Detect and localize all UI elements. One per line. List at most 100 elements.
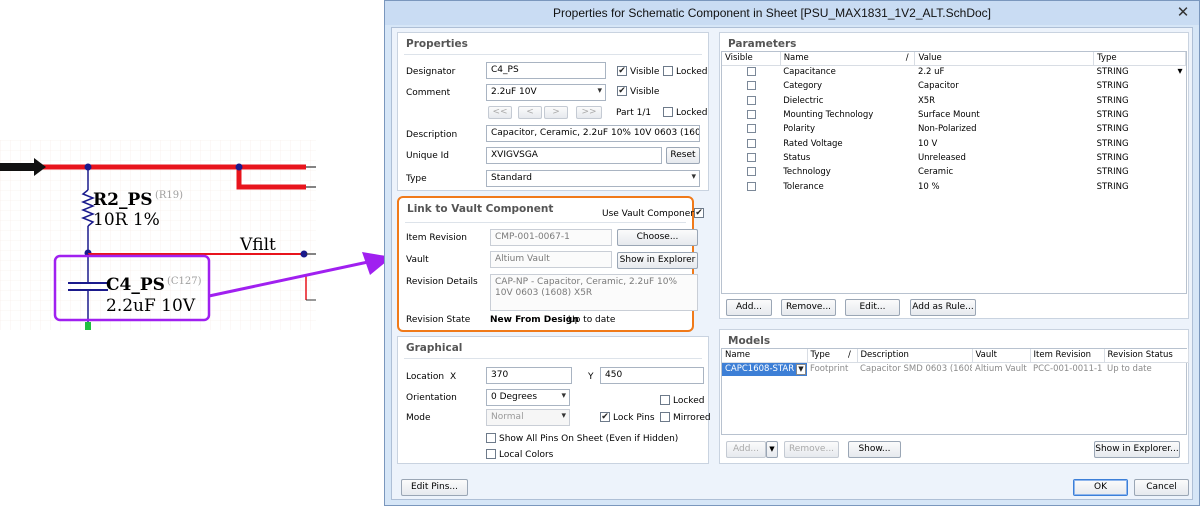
reset-button[interactable]: Reset	[666, 147, 700, 164]
parameter-name[interactable]: Rated Voltage	[780, 136, 915, 150]
unique-id-field[interactable]: XVIGVSGA	[486, 147, 662, 164]
model-remove-button[interactable]: Remove...	[784, 441, 839, 458]
parameter-row[interactable]: Technology Ceramic STRING	[722, 165, 1186, 179]
sort-icon[interactable]: /	[845, 349, 858, 363]
designator-visible-checkbox[interactable]	[617, 66, 627, 76]
parameter-visible-cell[interactable]	[722, 136, 780, 150]
sort-icon[interactable]: /	[902, 52, 916, 66]
parameter-value[interactable]: 10 V	[915, 136, 1094, 150]
parameter-name[interactable]: Mounting Technology	[780, 108, 915, 122]
mirrored-checkbox[interactable]	[660, 412, 670, 422]
model-row[interactable]: CAPC1608-STAR ▼ Footprint Capacitor SMD 0…	[722, 362, 1188, 377]
parameter-type[interactable]: STRING	[1094, 122, 1186, 136]
parameter-row[interactable]: Polarity Non-Polarized STRING	[722, 122, 1186, 136]
parameter-visible-cell[interactable]	[722, 79, 780, 93]
param-edit-button[interactable]: Edit...	[845, 299, 900, 316]
parameter-value[interactable]: 2.2 uF	[915, 65, 1094, 79]
nav-first-button[interactable]: <<	[488, 106, 512, 119]
c4-designator[interactable]: C4_PS	[106, 275, 165, 295]
parameter-name[interactable]: Capacitance	[780, 65, 915, 79]
col-model-item-revision[interactable]: Item Revision	[1030, 349, 1105, 363]
location-y-field[interactable]: 450	[600, 367, 704, 384]
parameter-name[interactable]: Tolerance	[780, 179, 915, 193]
r2-value[interactable]: 10R 1%	[93, 210, 160, 230]
nav-last-button[interactable]: >>	[576, 106, 602, 119]
r2-designator[interactable]: R2_PS	[93, 190, 153, 210]
net-label-vfilt[interactable]: Vfilt	[240, 235, 276, 255]
title-bar[interactable]: Properties for Schematic Component in Sh…	[385, 1, 1199, 25]
choose-button[interactable]: Choose...	[617, 229, 698, 246]
parameter-value[interactable]: Non-Polarized	[915, 122, 1094, 136]
parameter-type[interactable]: STRING	[1094, 94, 1186, 108]
close-icon[interactable]: ✕	[1171, 3, 1195, 21]
col-model-type[interactable]: Type	[807, 349, 845, 363]
parameter-visible-cell[interactable]	[722, 65, 780, 79]
parameter-visible-checkbox[interactable]	[746, 110, 756, 120]
parameter-type[interactable]: STRING	[1094, 179, 1186, 193]
parameters-grid[interactable]: Visible Name / Value Type Capacitance 2.2…	[721, 51, 1187, 294]
param-add-button[interactable]: Add...	[726, 299, 772, 316]
designator-field[interactable]: C4_PS	[486, 62, 606, 79]
local-colors-checkbox[interactable]	[486, 449, 496, 459]
parameter-row[interactable]: Tolerance 10 % STRING	[722, 179, 1186, 193]
parameter-visible-checkbox[interactable]	[746, 138, 756, 148]
parameter-type[interactable]: STRING	[1094, 79, 1186, 93]
parameter-visible-checkbox[interactable]	[746, 81, 756, 91]
col-type[interactable]: Type	[1093, 52, 1186, 66]
c4-value[interactable]: 2.2uF 10V	[106, 296, 195, 316]
parameter-name[interactable]: Polarity	[780, 122, 915, 136]
parameter-visible-checkbox[interactable]	[746, 67, 756, 77]
item-revision-field[interactable]: CMP-001-0067-1	[490, 229, 612, 246]
lock-pins-checkbox[interactable]	[600, 412, 610, 422]
param-remove-button[interactable]: Remove...	[781, 299, 836, 316]
col-model-name[interactable]: Name	[722, 349, 808, 363]
add-as-rule-button[interactable]: Add as Rule...	[910, 299, 976, 316]
parameter-row[interactable]: Category Capacitor STRING	[722, 79, 1186, 93]
parameter-visible-checkbox[interactable]	[746, 152, 756, 162]
col-model-vault[interactable]: Vault	[972, 349, 1031, 363]
comment-visible-checkbox[interactable]	[617, 86, 627, 96]
parameter-type[interactable]: STRING	[1094, 136, 1186, 150]
parameter-name[interactable]: Dielectric	[780, 94, 915, 108]
model-show-in-explorer-button[interactable]: Show in Explorer...	[1094, 441, 1180, 458]
parameter-visible-checkbox[interactable]	[746, 167, 756, 177]
parameter-name[interactable]: Technology	[780, 165, 915, 179]
chevron-down-icon[interactable]: ▼	[796, 363, 806, 375]
parameter-name[interactable]: Category	[780, 79, 915, 93]
edit-pins-button[interactable]: Edit Pins...	[401, 479, 468, 496]
designator-locked-checkbox[interactable]	[663, 66, 673, 76]
parameter-type[interactable]: STRING	[1094, 165, 1186, 179]
parameter-value[interactable]: Unreleased	[915, 151, 1094, 165]
parameter-visible-cell[interactable]	[722, 122, 780, 136]
type-combo[interactable]: Standard ▾	[486, 170, 700, 187]
show-all-pins-checkbox[interactable]	[486, 433, 496, 443]
chevron-down-icon[interactable]: ▼	[766, 441, 778, 458]
parameter-value[interactable]: 10 %	[915, 179, 1094, 193]
col-visible[interactable]: Visible	[722, 52, 781, 66]
cancel-button[interactable]: Cancel	[1134, 479, 1189, 496]
parameter-visible-cell[interactable]	[722, 151, 780, 165]
parameter-row[interactable]: Dielectric X5R STRING	[722, 94, 1186, 108]
parameter-visible-cell[interactable]	[722, 179, 780, 193]
vault-field[interactable]: Altium Vault	[490, 251, 612, 268]
description-field[interactable]: Capacitor, Ceramic, 2.2uF 10% 10V 0603 (…	[486, 125, 700, 142]
ok-button[interactable]: OK	[1073, 479, 1128, 496]
location-x-field[interactable]: 370	[486, 367, 572, 384]
part-locked-checkbox[interactable]	[663, 107, 673, 117]
nav-next-button[interactable]: >	[544, 106, 568, 119]
parameter-row[interactable]: Rated Voltage 10 V STRING	[722, 136, 1186, 150]
comment-combo[interactable]: 2.2uF 10V ▾	[486, 84, 606, 101]
nav-prev-button[interactable]: <	[518, 106, 542, 119]
parameter-type[interactable]: STRING ▾	[1094, 65, 1186, 79]
model-name-cell[interactable]: CAPC1608-STAR ▼	[722, 362, 807, 377]
parameter-visible-checkbox[interactable]	[746, 124, 756, 134]
parameter-name[interactable]: Status	[780, 151, 915, 165]
parameter-value[interactable]: Ceramic	[915, 165, 1094, 179]
graphical-locked-checkbox[interactable]	[660, 395, 670, 405]
parameter-value[interactable]: Capacitor	[915, 79, 1094, 93]
parameter-value[interactable]: Surface Mount	[915, 108, 1094, 122]
parameter-visible-checkbox[interactable]	[746, 95, 756, 105]
mode-combo[interactable]: Normal ▾	[486, 409, 570, 426]
parameter-type[interactable]: STRING	[1094, 108, 1186, 122]
parameter-value[interactable]: X5R	[915, 94, 1094, 108]
